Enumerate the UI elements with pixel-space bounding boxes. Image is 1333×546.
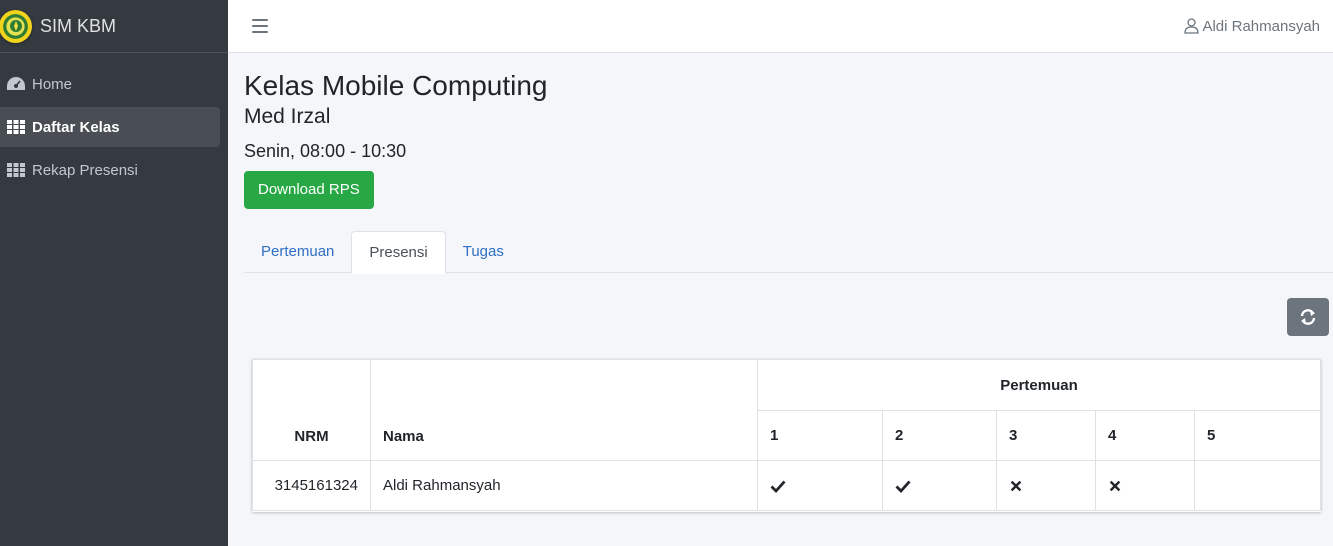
refresh-button[interactable] [1287,298,1329,336]
tab-tugas[interactable]: Tugas [446,231,521,272]
sidebar: SIM KBM Home Daftar Kelas Rekap Presensi [0,0,228,546]
cross-icon [1109,480,1121,491]
download-rps-button[interactable]: Download RPS [244,171,374,209]
user-menu[interactable]: Aldi Rahmansyah [1184,18,1320,35]
cell-attendance [882,460,997,511]
check-icon [770,480,786,493]
column-header-meeting: 2 [882,410,997,461]
top-navbar: Aldi Rahmansyah [228,0,1333,53]
column-header-meeting: 1 [757,410,883,461]
page-title: Kelas Mobile Computing [244,70,548,101]
user-name: Aldi Rahmansyah [1202,17,1320,35]
attendance-table: NRM Nama Pertemuan 1 2 3 4 5 3145161324 … [252,359,1321,511]
user-icon [1184,18,1200,34]
grid-table-icon [6,119,26,135]
sidebar-item-label: Daftar Kelas [32,118,120,136]
university-seal-icon [0,9,32,43]
brand-name: SIM KBM [40,15,117,36]
cell-nrm: 3145161324 [252,460,371,511]
cell-nama: Aldi Rahmansyah [370,460,758,511]
cell-attendance [1095,460,1195,511]
lecturer-name: Med Irzal [244,105,331,128]
grid-table-icon [6,162,26,178]
column-header-nrm: NRM [252,359,371,461]
tab-presensi[interactable]: Presensi [351,231,446,274]
sidebar-item-rekap-presensi[interactable]: Rekap Presensi [0,150,220,190]
cell-attendance [996,460,1096,511]
refresh-icon [1300,309,1316,325]
attendance-table-card: NRM Nama Pertemuan 1 2 3 4 5 3145161324 … [252,359,1321,512]
class-tabs: Pertemuan Presensi Tugas [244,231,1333,274]
hamburger-icon[interactable] [252,19,268,33]
column-header-meeting: 4 [1095,410,1195,461]
cell-attendance [1194,460,1321,511]
check-icon [895,480,911,493]
column-header-nama: Nama [370,359,758,461]
main-content: Kelas Mobile Computing Med Irzal Senin, … [244,53,1333,274]
column-header-meeting: 3 [996,410,1096,461]
sidebar-item-home[interactable]: Home [0,64,220,104]
class-schedule: Senin, 08:00 - 10:30 [244,141,407,161]
dashboard-gauge-icon [6,76,26,92]
cell-attendance [757,460,883,511]
sidebar-item-daftar-kelas[interactable]: Daftar Kelas [0,107,220,147]
sidebar-nav: Home Daftar Kelas Rekap Presensi [0,53,228,190]
column-group-pertemuan: Pertemuan [757,359,1321,411]
tab-pertemuan[interactable]: Pertemuan [244,231,351,272]
sidebar-item-label: Home [32,75,73,93]
sidebar-item-label: Rekap Presensi [32,161,138,179]
table-row: 3145161324 Aldi Rahmansyah [252,460,1321,511]
column-header-meeting: 5 [1194,410,1321,461]
brand-link[interactable]: SIM KBM [0,0,228,53]
cross-icon [1010,480,1022,491]
